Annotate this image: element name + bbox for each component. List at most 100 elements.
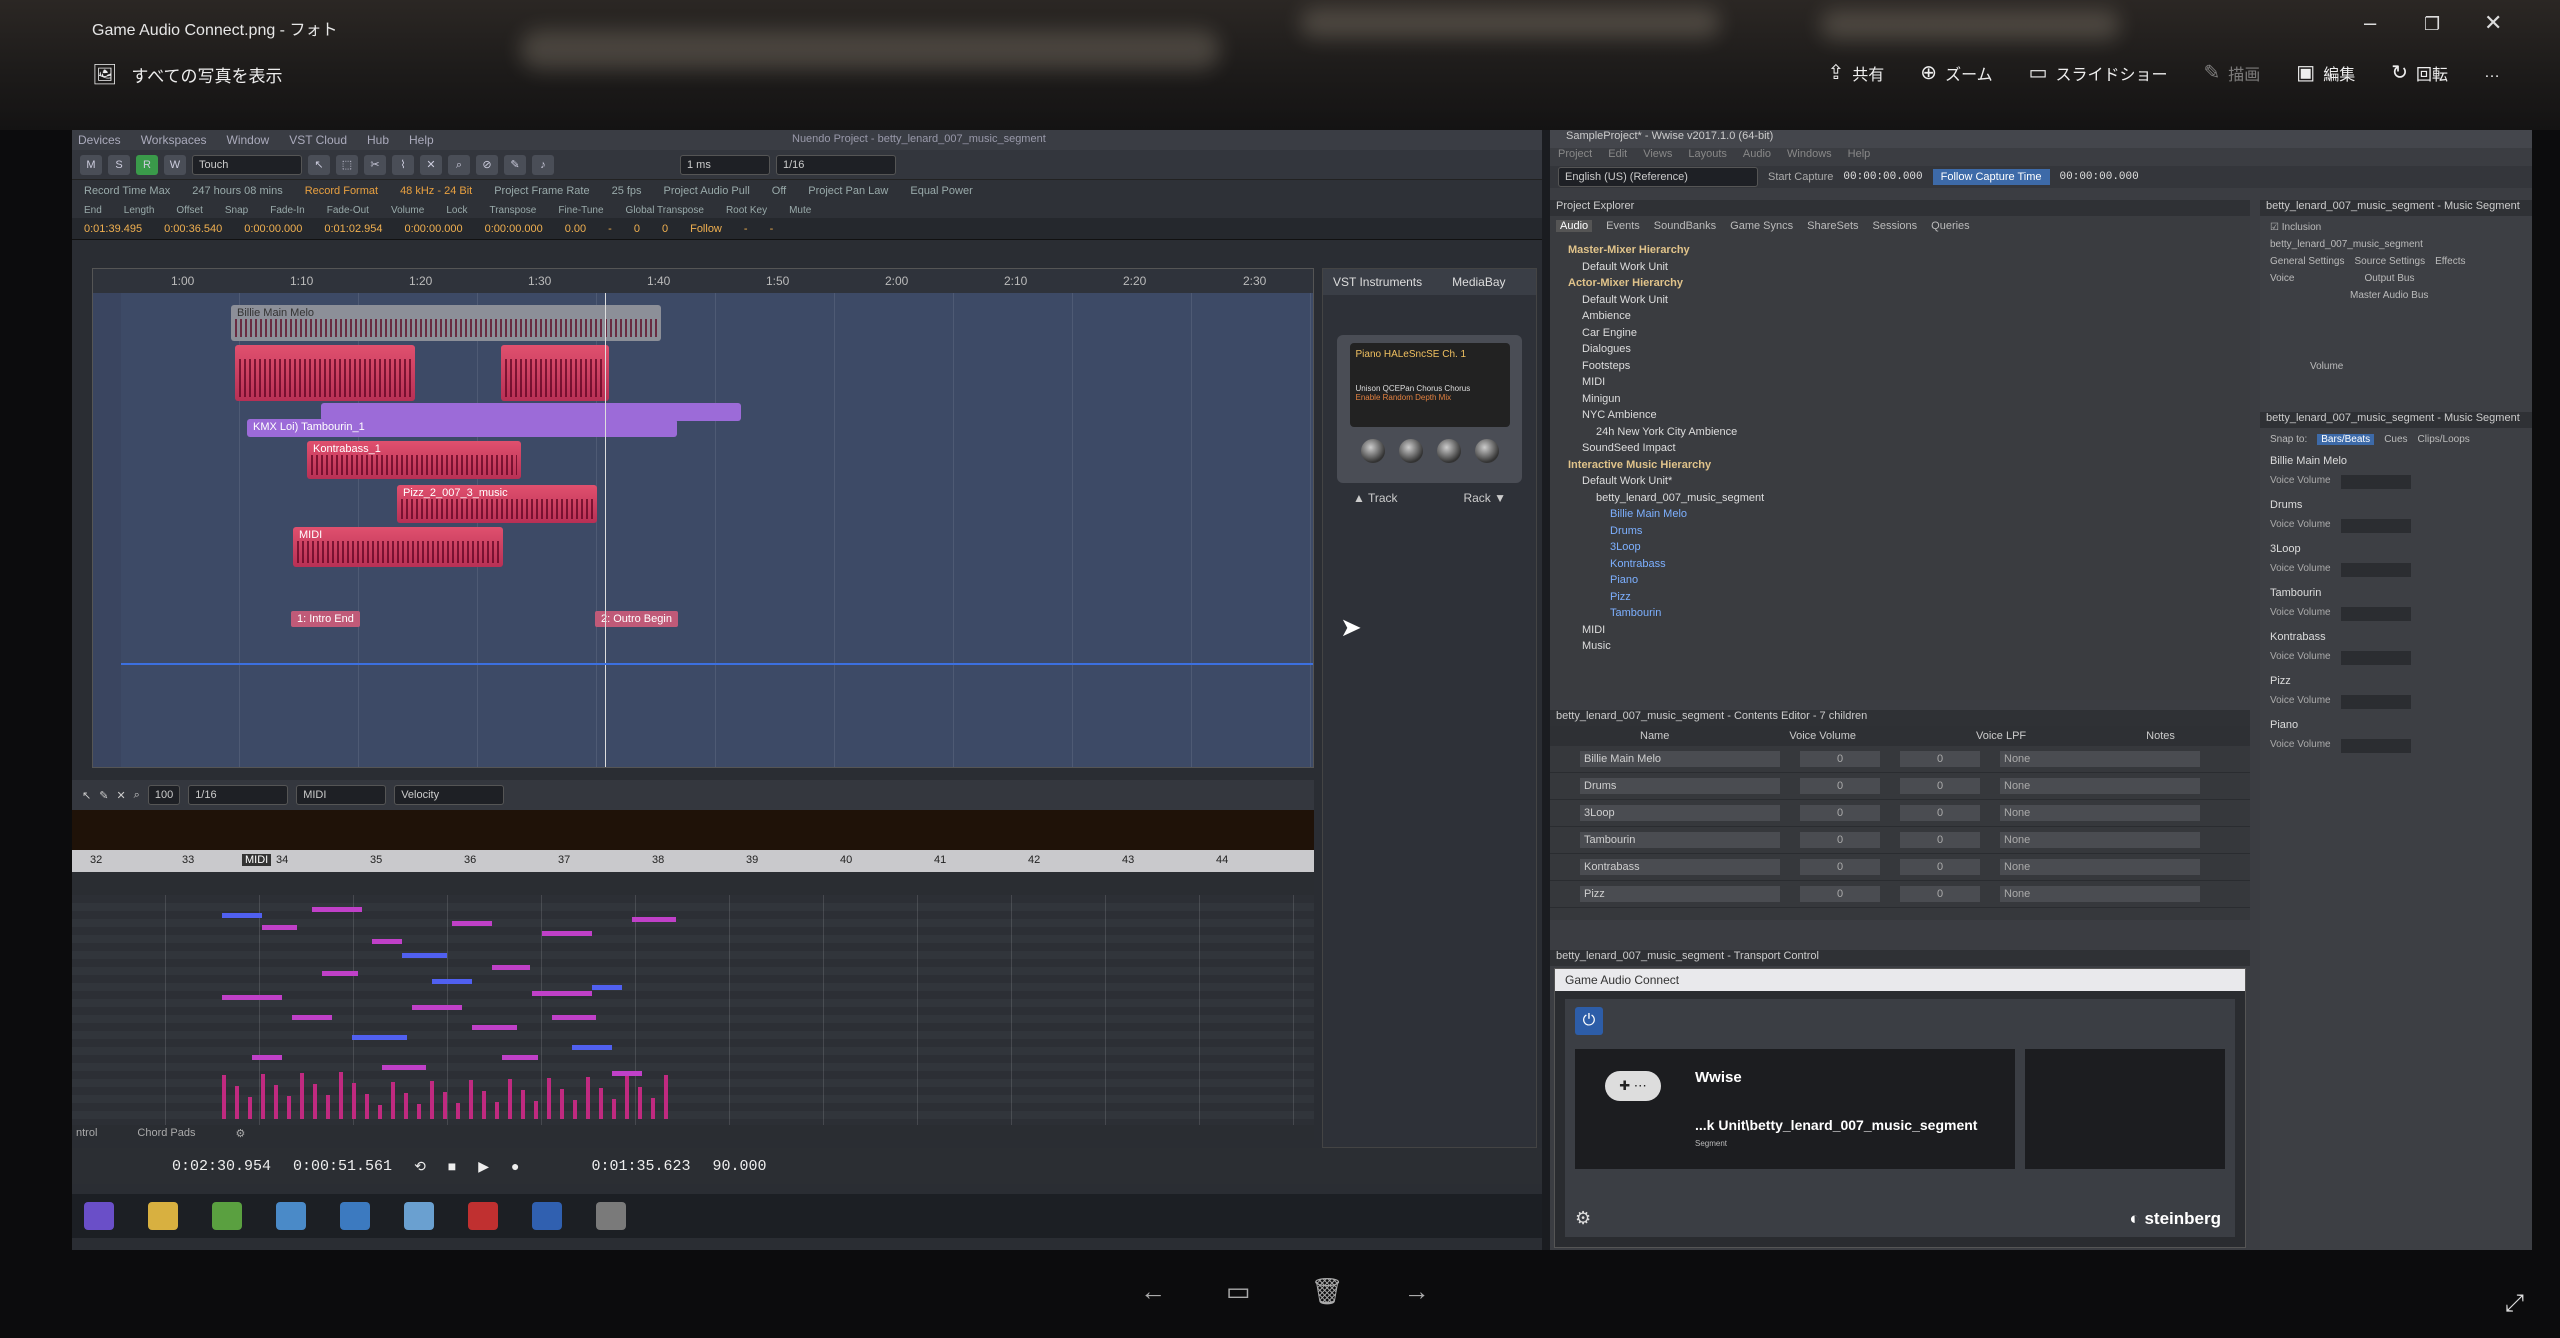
tree-item[interactable]: Piano: [1568, 572, 2250, 589]
read-button[interactable]: R: [136, 154, 158, 175]
voice-volume-slider[interactable]: [2340, 607, 2411, 621]
velocity-bar[interactable]: [235, 1086, 239, 1119]
table-row[interactable]: Tambourin 0 0 None: [1550, 827, 2250, 854]
follow-capture-button[interactable]: Follow Capture Time: [1932, 169, 2050, 185]
tab-vst-instruments[interactable]: VST Instruments: [1333, 275, 1422, 289]
tree-item[interactable]: Drums: [1568, 523, 2250, 540]
midi-note[interactable]: [322, 971, 358, 976]
marker-intro-end[interactable]: 1: Intro End: [291, 611, 360, 627]
zoom-button[interactable]: ⊕ ズーム: [1920, 60, 1992, 85]
menu-windows[interactable]: Windows: [1787, 148, 1832, 166]
voice-volume-slider[interactable]: [2340, 739, 2411, 753]
tab-sessions[interactable]: Sessions: [1873, 220, 1918, 232]
velocity-bar[interactable]: [456, 1103, 460, 1119]
tab-sharesets[interactable]: ShareSets: [1807, 220, 1858, 232]
row-voice-volume[interactable]: 0: [1800, 805, 1880, 821]
previous-arrow-icon[interactable]: ←: [1140, 1276, 1166, 1307]
edit-button[interactable]: ▣ 編集: [2296, 60, 2355, 85]
more-button[interactable]: …: [2484, 60, 2500, 85]
menu-window[interactable]: Window: [227, 133, 270, 147]
row-voice-volume[interactable]: 0: [1800, 778, 1880, 794]
row-notes[interactable]: None: [2000, 805, 2200, 821]
row-voice-lpf[interactable]: 0: [1900, 832, 1980, 848]
midi-note[interactable]: [312, 907, 362, 912]
info-field[interactable]: -: [770, 223, 774, 235]
nudge-select[interactable]: 1 ms: [680, 154, 770, 175]
tab-effects[interactable]: Effects: [2435, 256, 2465, 267]
tree-item[interactable]: Dialogues: [1568, 341, 2250, 358]
close-button[interactable]: ✕: [2484, 10, 2502, 36]
start-capture-button[interactable]: Start Capture: [1768, 171, 1833, 183]
velocity-bar[interactable]: [378, 1105, 382, 1119]
velocity-bar[interactable]: [365, 1094, 369, 1119]
play-icon[interactable]: ▶: [478, 1158, 489, 1175]
slideshow-button[interactable]: ▭ スライドショー: [2029, 60, 2168, 85]
midi-note[interactable]: [532, 991, 592, 996]
velocity-bar[interactable]: [222, 1075, 226, 1119]
voice-volume-slider[interactable]: [2340, 519, 2411, 533]
editor-velocity-select[interactable]: Velocity: [394, 785, 505, 805]
right-locator[interactable]: 0:00:51.561: [293, 1158, 392, 1175]
menu-project[interactable]: Project: [1558, 148, 1592, 166]
erase-tool-icon[interactable]: ✕: [116, 789, 125, 802]
next-arrow-icon[interactable]: →: [1404, 1276, 1430, 1307]
row-notes[interactable]: None: [2000, 751, 2200, 767]
cycle-icon[interactable]: ⟲: [414, 1158, 426, 1175]
tab-source-settings[interactable]: Source Settings: [2355, 256, 2426, 267]
inclusion-checkbox[interactable]: ☑ Inclusion: [2260, 222, 2532, 233]
midi-note[interactable]: [412, 1005, 462, 1010]
midi-note[interactable]: [632, 917, 676, 922]
halion-instrument[interactable]: Piano HALeSncSE Ch. 1 Unison QCEPan Chor…: [1337, 335, 1522, 483]
velocity-bar[interactable]: [586, 1077, 590, 1119]
audio-clip[interactable]: [501, 345, 609, 401]
show-all-photos-button[interactable]: 🖼 すべての写真を表示: [92, 62, 283, 87]
segment-track[interactable]: Billie Main Melo Voice Volume: [2270, 455, 2532, 489]
velocity-bar[interactable]: [443, 1092, 447, 1119]
zoom-tool-icon[interactable]: ⌕: [134, 789, 140, 802]
share-button[interactable]: ⇪ 共有: [1828, 60, 1885, 85]
tree-item[interactable]: betty_lenard_007_music_segment: [1568, 490, 2250, 507]
velocity-bar[interactable]: [391, 1082, 395, 1119]
velocity-bar[interactable]: [495, 1102, 499, 1119]
midi-clip[interactable]: MIDI: [293, 527, 503, 567]
velocity-bar[interactable]: [521, 1090, 525, 1119]
row-name[interactable]: Billie Main Melo: [1580, 751, 1780, 767]
tab-events[interactable]: Events: [1606, 220, 1640, 232]
midi-note[interactable]: [352, 1035, 407, 1040]
gear-icon[interactable]: ⚙: [236, 1127, 246, 1140]
solo-button[interactable]: S: [108, 154, 130, 175]
voice-volume-slider[interactable]: [2340, 695, 2411, 709]
tree-item[interactable]: Music: [1568, 638, 2250, 655]
info-field[interactable]: 0:00:00.000: [405, 223, 463, 235]
tree-item[interactable]: Default Work Unit: [1568, 259, 2250, 276]
gear-icon[interactable]: ⚙: [1575, 1208, 1591, 1229]
tree-item[interactable]: 3Loop: [1568, 539, 2250, 556]
quantize-select[interactable]: 1/16: [776, 154, 896, 175]
app-icon[interactable]: [212, 1202, 242, 1230]
stop-icon[interactable]: ■: [448, 1158, 456, 1174]
tree-item[interactable]: Master-Mixer Hierarchy: [1568, 242, 2250, 259]
info-field[interactable]: -: [608, 223, 612, 235]
table-row[interactable]: Drums 0 0 None: [1550, 773, 2250, 800]
minimize-button[interactable]: –: [2364, 10, 2376, 36]
audio-clip[interactable]: Pizz_2_007_3_music: [397, 485, 597, 523]
draw-button[interactable]: ✎ 描画: [2204, 60, 2261, 85]
app-icon[interactable]: [468, 1202, 498, 1230]
menu-edit[interactable]: Edit: [1608, 148, 1627, 166]
tab-queries[interactable]: Queries: [1931, 220, 1970, 232]
pointer-tool-icon[interactable]: ↖: [82, 789, 91, 802]
main-time-display[interactable]: 0:01:35.623: [592, 1158, 691, 1175]
midi-note[interactable]: [402, 953, 447, 958]
table-row[interactable]: Kontrabass 0 0 None: [1550, 854, 2250, 881]
trash-icon[interactable]: 🗑: [1311, 1276, 1344, 1307]
menu-devices[interactable]: Devices: [78, 133, 121, 147]
object-name-field[interactable]: betty_lenard_007_music_segment: [2260, 239, 2532, 250]
row-voice-lpf[interactable]: 0: [1900, 805, 1980, 821]
tree-item[interactable]: SoundSeed Impact: [1568, 440, 2250, 457]
mute-tool-icon[interactable]: ⊘: [476, 154, 498, 175]
editor-zoom-field[interactable]: 100: [147, 785, 181, 805]
info-field[interactable]: 0:01:39.495: [84, 223, 142, 235]
audio-clip[interactable]: Billie Main Melo: [231, 305, 661, 341]
info-field[interactable]: 0:00:36.540: [164, 223, 222, 235]
row-name[interactable]: Tambourin: [1580, 832, 1780, 848]
